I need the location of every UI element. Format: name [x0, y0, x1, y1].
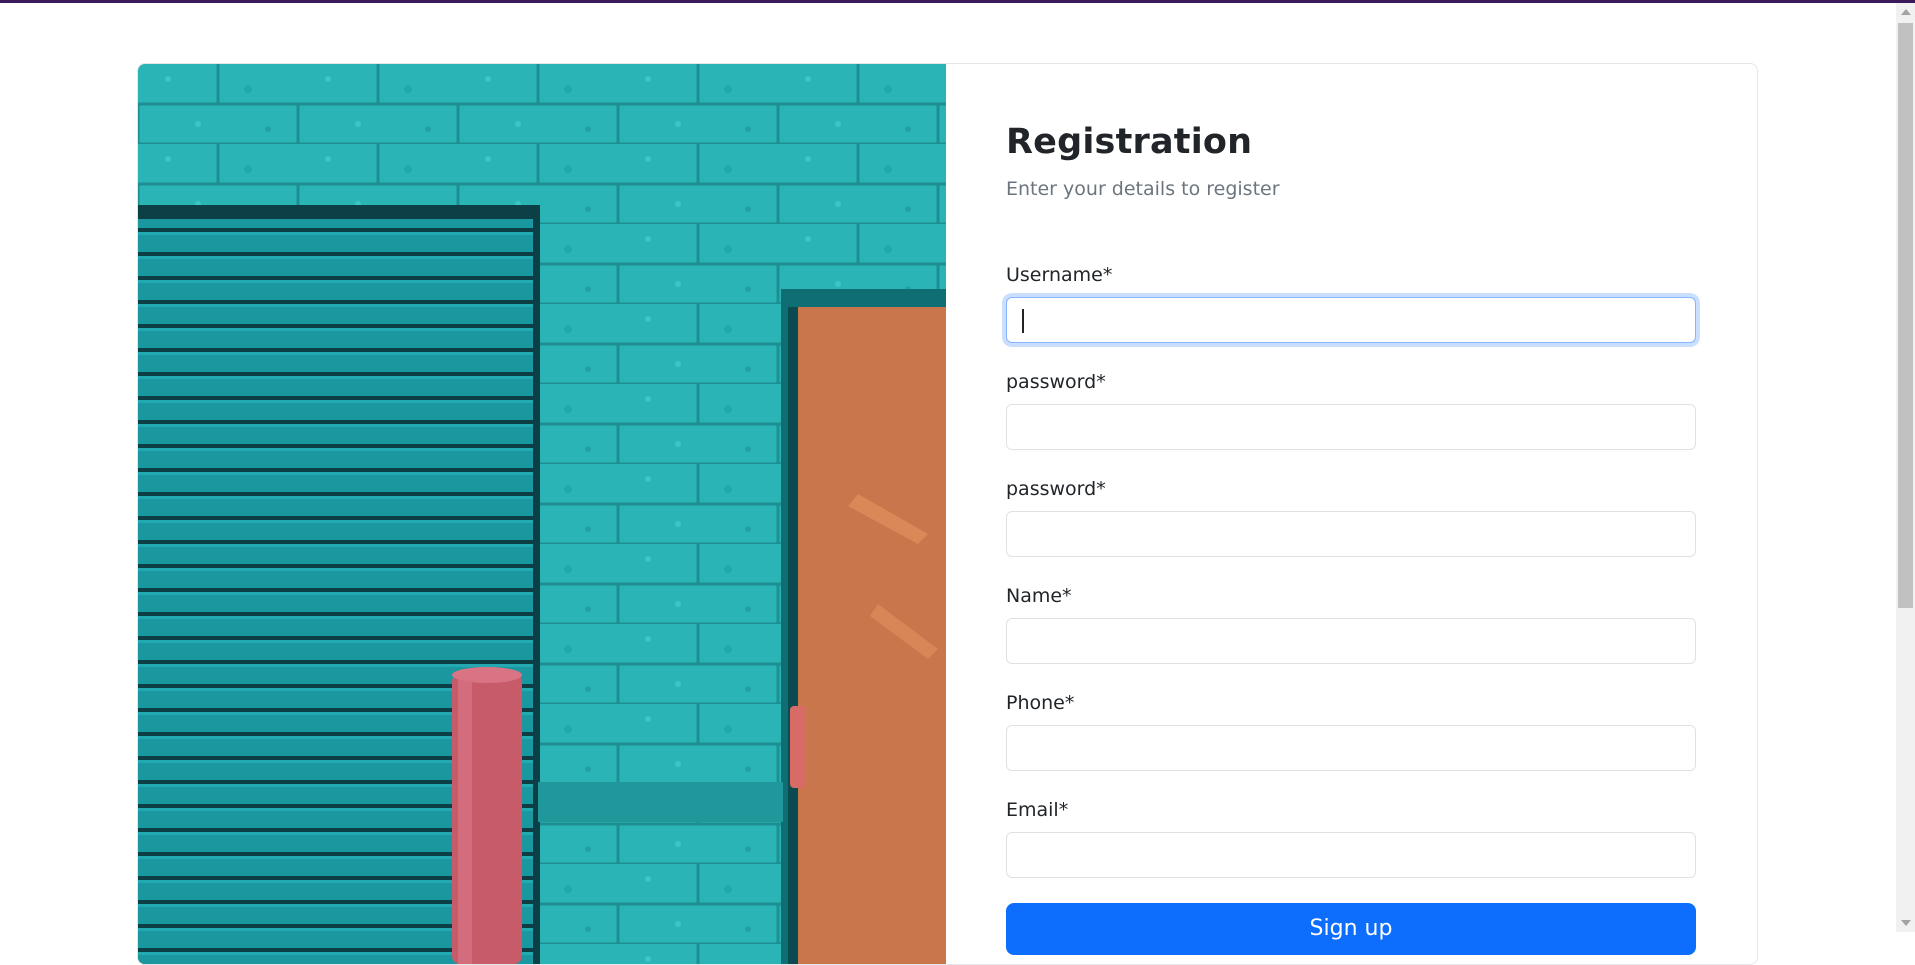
- phone-input[interactable]: [1006, 725, 1696, 771]
- confirm-password-field-group: password*: [1006, 477, 1696, 557]
- username-input[interactable]: [1006, 297, 1696, 343]
- registration-card: Registration Enter your details to regis…: [137, 63, 1758, 965]
- name-field-group: Name*: [1006, 584, 1696, 664]
- username-field-group: Username*: [1006, 263, 1696, 343]
- password-input[interactable]: [1006, 404, 1696, 450]
- window-top-accent: [0, 0, 1915, 3]
- text-caret: [1022, 309, 1024, 333]
- page-title: Registration: [1006, 122, 1253, 162]
- scroll-up-icon[interactable]: [1901, 9, 1911, 15]
- confirm-password-input[interactable]: [1006, 511, 1696, 557]
- registration-form: Registration Enter your details to regis…: [946, 64, 1757, 964]
- password-label: password*: [1006, 371, 1106, 393]
- email-input[interactable]: [1006, 832, 1696, 878]
- sign-up-button[interactable]: Sign up: [1006, 903, 1696, 955]
- confirm-password-label: password*: [1006, 478, 1106, 500]
- page-scrollbar[interactable]: [1896, 3, 1915, 932]
- phone-label: Phone*: [1006, 692, 1075, 714]
- phone-field-group: Phone*: [1006, 691, 1696, 771]
- name-label: Name*: [1006, 585, 1072, 607]
- email-field-group: Email*: [1006, 798, 1696, 878]
- password-field-group: password*: [1006, 370, 1696, 450]
- hero-photo: [138, 64, 946, 964]
- page-subtitle: Enter your details to register: [1006, 178, 1280, 200]
- scrollbar-thumb[interactable]: [1898, 23, 1913, 608]
- email-label: Email*: [1006, 799, 1069, 821]
- name-input[interactable]: [1006, 618, 1696, 664]
- scroll-down-icon[interactable]: [1901, 920, 1911, 926]
- username-label: Username*: [1006, 264, 1113, 286]
